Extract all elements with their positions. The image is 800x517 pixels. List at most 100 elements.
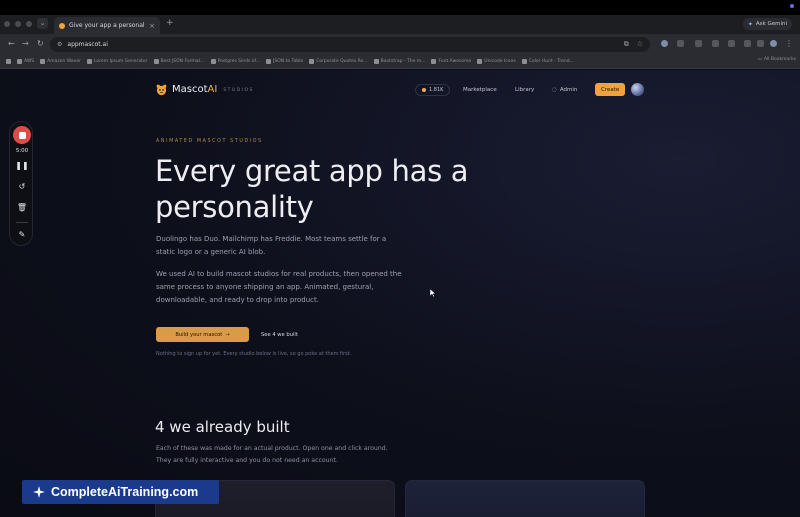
bookmark-label: Postgres Sinds of... bbox=[217, 59, 261, 64]
stop-recording-button[interactable] bbox=[13, 126, 31, 144]
extension-icon[interactable] bbox=[695, 40, 702, 47]
bookmark-item[interactable]: JSON to Table bbox=[266, 59, 303, 64]
bookmark-label: Bootstrap - The m... bbox=[380, 59, 426, 64]
bookmark-favicon-icon bbox=[153, 59, 159, 64]
download-icon[interactable] bbox=[744, 40, 751, 47]
browser-menu-icon[interactable]: ⋮ bbox=[785, 39, 793, 48]
brand-ai-text: AI bbox=[207, 84, 218, 95]
bookmark-label: Corporate Quotes Re... bbox=[316, 59, 368, 64]
bookmark-label: Unicode Icons bbox=[484, 59, 516, 64]
effects-icon[interactable]: ✎ bbox=[16, 228, 28, 240]
back-arrow-icon[interactable]: ← bbox=[8, 39, 15, 48]
build-mascot-button[interactable]: Build your mascot → bbox=[156, 327, 249, 342]
screen-recorder-panel: 5:00 ❚❚ ↺ 🗑 ✎ bbox=[9, 121, 33, 246]
hero-paragraph-2: We used AI to build mascot studios for r… bbox=[156, 268, 446, 307]
reload-icon[interactable]: ↻ bbox=[37, 39, 44, 48]
user-avatar[interactable] bbox=[631, 83, 644, 96]
mascot-logo-icon bbox=[156, 84, 167, 96]
all-bookmarks-button[interactable]: ▭ All Bookmarks bbox=[758, 57, 796, 62]
stat-pill[interactable]: 1.81K bbox=[415, 84, 451, 96]
tab-search-icon[interactable]: ⌄ bbox=[37, 18, 48, 29]
watermark-logo-icon bbox=[33, 486, 45, 498]
bookmark-label: Amazon Waver bbox=[47, 59, 81, 64]
mouse-cursor-icon bbox=[430, 289, 436, 297]
forward-arrow-icon[interactable]: → bbox=[22, 39, 29, 48]
ask-gemini-label: Ask Gemini bbox=[755, 21, 787, 27]
paragraph-line: static logo or a generic AI blob. bbox=[156, 248, 266, 256]
window-minimize-button[interactable] bbox=[15, 21, 21, 27]
see-built-button[interactable]: See 4 we built bbox=[256, 327, 303, 342]
bookmark-item[interactable]: Lorem Ipsum Generator bbox=[86, 59, 148, 64]
bookmark-label: Font Awesome bbox=[438, 59, 472, 64]
bookmark-favicon-icon bbox=[86, 59, 92, 64]
recorder-divider bbox=[16, 222, 28, 223]
bookmark-favicon-icon bbox=[266, 59, 272, 64]
hero-headline-line: Every great app has a bbox=[155, 154, 469, 188]
restart-icon[interactable]: ↺ bbox=[16, 180, 28, 192]
new-tab-button[interactable]: + bbox=[166, 18, 174, 28]
url-text: appmascot.ai bbox=[67, 41, 108, 48]
brand-subtitle: STUDIOS bbox=[223, 88, 254, 93]
bookmark-favicon-icon bbox=[17, 59, 22, 64]
site-logo[interactable]: MascotAI STUDIOS bbox=[155, 83, 254, 96]
bookmark-star-icon[interactable]: ☆ bbox=[637, 40, 643, 49]
paragraph-line: downloadable, and ready to drop into pro… bbox=[156, 296, 319, 304]
delete-icon[interactable]: 🗑 bbox=[16, 201, 28, 213]
watermark-text: CompleteAiTraining.com bbox=[51, 485, 199, 499]
bookmark-favicon-icon bbox=[431, 59, 437, 64]
bookmark-item[interactable]: Unicode Icons bbox=[477, 59, 516, 64]
brand-name: MascotAI bbox=[172, 84, 217, 95]
bookmarks-bar: AWS Amazon Waver Lorem Ipsum Generator Best… bbox=[0, 55, 800, 69]
hero-eyebrow: ANIMATED MASCOT STUDIOS bbox=[156, 139, 263, 144]
bookmark-favicon-icon bbox=[40, 59, 46, 64]
extension-icon[interactable] bbox=[712, 40, 719, 47]
extension-icon[interactable] bbox=[677, 40, 684, 47]
nav-admin-link[interactable]: ◌ Admin bbox=[552, 87, 577, 93]
hero-paragraph-1: Duolingo has Duo. Mailchimp has Freddie.… bbox=[156, 233, 446, 259]
bookmark-label: AWS bbox=[24, 59, 35, 64]
brand-text: Mascot bbox=[172, 84, 208, 95]
bookmark-favicon-icon bbox=[373, 59, 379, 64]
description-line: Each of these was made for an actual pro… bbox=[156, 445, 388, 452]
studio-card[interactable] bbox=[405, 480, 645, 517]
bookmark-label: Lorem Ipsum Generator bbox=[93, 59, 148, 64]
shield-icon: ◌ bbox=[552, 87, 557, 93]
coin-icon bbox=[422, 88, 426, 92]
gemini-sparkle-icon: ✦ bbox=[747, 20, 753, 28]
bookmark-item[interactable]: Color Hunt - Trend... bbox=[521, 59, 574, 64]
browser-tab-strip: ⌄ Give your app a personality × + ✦ Ask … bbox=[0, 15, 800, 34]
bookmark-item[interactable]: Font Awesome bbox=[431, 59, 471, 64]
bookmark-item[interactable]: Best JSON Format... bbox=[153, 59, 205, 64]
tab-title: Give your app a personality bbox=[69, 22, 146, 29]
bookmark-item[interactable]: Amazon Waver bbox=[40, 59, 81, 64]
bookmark-item[interactable]: Postgres Sinds of... bbox=[210, 59, 261, 64]
ask-gemini-button[interactable]: ✦ Ask Gemini bbox=[742, 18, 792, 30]
browser-tab-active[interactable]: Give your app a personality × bbox=[54, 17, 160, 34]
profile-avatar[interactable] bbox=[770, 40, 777, 47]
create-button[interactable]: Create bbox=[595, 83, 626, 96]
extension-icon[interactable] bbox=[661, 40, 668, 47]
extensions-puzzle-icon[interactable] bbox=[728, 40, 735, 47]
sidebar-icon[interactable] bbox=[757, 40, 764, 47]
bookmark-item[interactable]: AWS bbox=[17, 59, 34, 64]
apps-grid-icon[interactable] bbox=[6, 59, 11, 64]
pause-icon[interactable]: ❚❚ bbox=[15, 159, 28, 171]
window-maximize-button[interactable] bbox=[26, 21, 32, 27]
install-app-icon[interactable]: ⧉ bbox=[624, 40, 629, 49]
nav-marketplace-link[interactable]: Marketplace bbox=[463, 87, 497, 93]
bookmark-item[interactable]: Corporate Quotes Re... bbox=[309, 59, 368, 64]
hero-hint: Nothing to sign up for yet. Every studio… bbox=[156, 351, 352, 357]
tab-favicon-icon bbox=[59, 22, 65, 29]
paragraph-line: same process to anyone shipping an app. … bbox=[156, 283, 374, 291]
tab-close-icon[interactable]: × bbox=[149, 22, 155, 30]
web-page: MascotAI STUDIOS 1.81K Marketplace Libra… bbox=[0, 70, 800, 517]
stat-pill-value: 1.81K bbox=[429, 87, 444, 93]
bookmark-label: JSON to Table bbox=[273, 59, 304, 64]
bookmark-label: Best JSON Format... bbox=[160, 59, 205, 64]
bookmark-item[interactable]: Bootstrap - The m... bbox=[373, 59, 426, 64]
site-info-icon[interactable]: ⚙ bbox=[57, 41, 62, 48]
nav-library-link[interactable]: Library bbox=[515, 87, 534, 93]
built-section-description: Each of these was made for an actual pro… bbox=[156, 443, 388, 467]
window-close-button[interactable] bbox=[4, 21, 10, 27]
address-bar[interactable]: ⚙ appmascot.ai ⧉ ☆ bbox=[50, 37, 650, 52]
